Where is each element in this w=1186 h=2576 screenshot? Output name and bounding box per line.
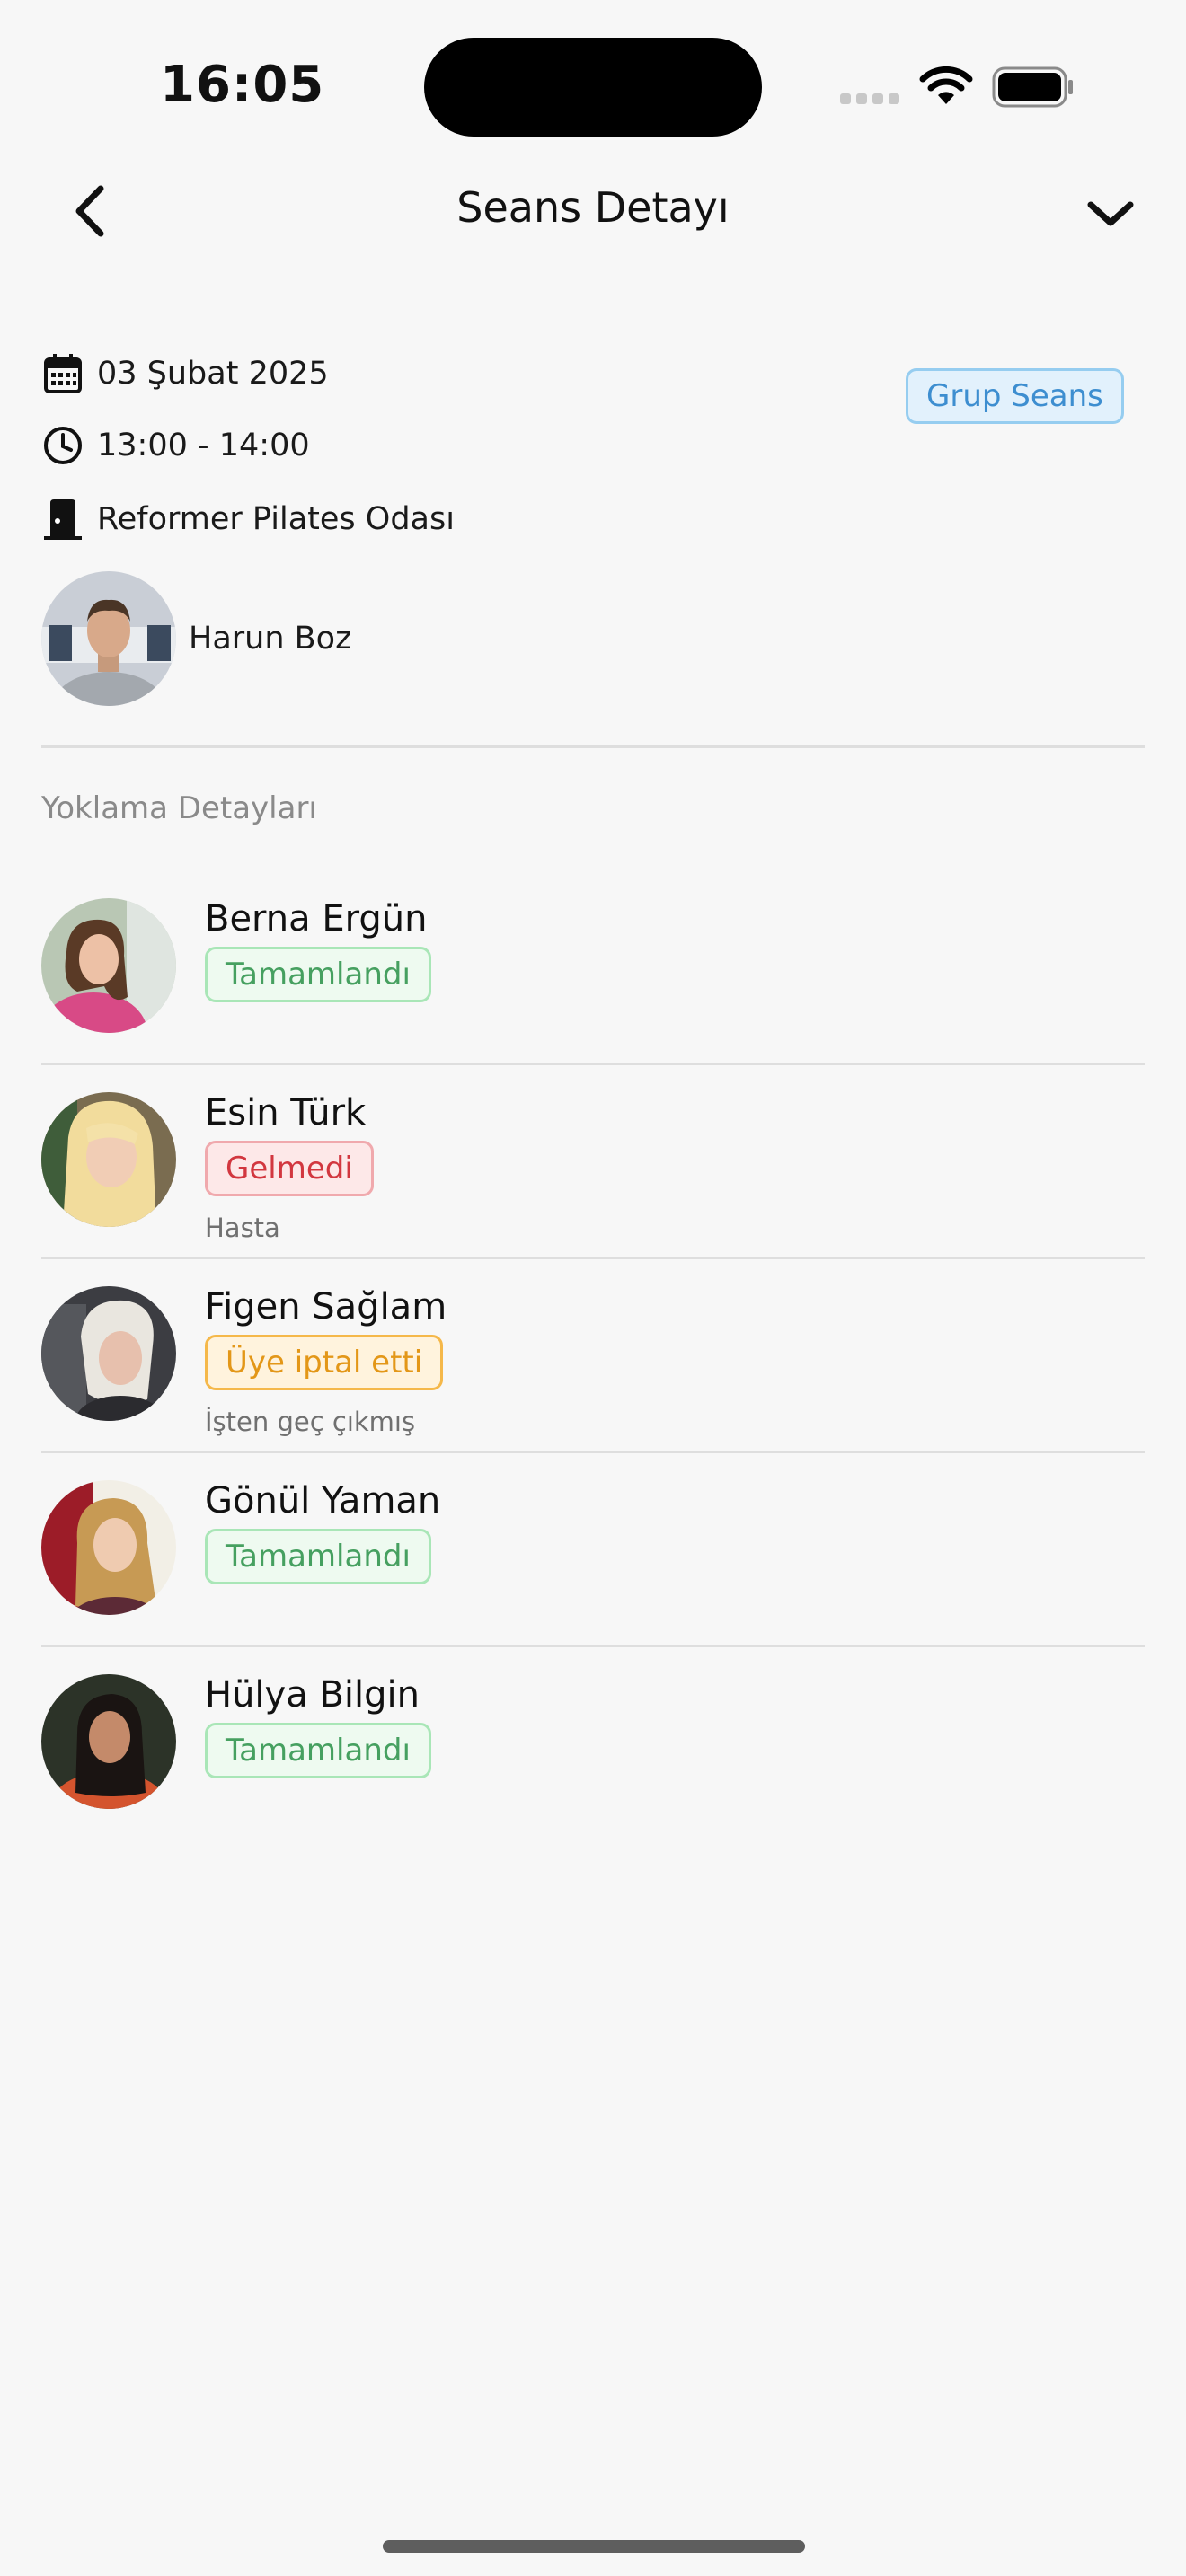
status-badge: Tamamlandı [205, 947, 431, 1002]
section-divider [41, 745, 1145, 748]
member-avatar [41, 1092, 176, 1227]
dynamic-island [424, 38, 762, 137]
member-name: Esin Türk [205, 1092, 367, 1134]
member-avatar [41, 898, 176, 1033]
session-time: 13:00 - 14:00 [97, 428, 310, 463]
wifi-icon [919, 66, 973, 104]
status-time: 16:05 [160, 56, 325, 114]
chevron-down-icon [1087, 201, 1134, 226]
signal-icon [840, 93, 899, 104]
session-type-badge: Grup Seans [906, 368, 1124, 424]
row-divider [41, 1451, 1145, 1453]
member-name: Figen Sağlam [205, 1286, 447, 1328]
session-date-row: 03 Şubat 2025 [41, 352, 329, 395]
trainer-row[interactable]: Harun Boz [41, 571, 351, 706]
more-menu-button[interactable] [1084, 187, 1137, 241]
row-divider [41, 1063, 1145, 1065]
attendance-section-label: Yoklama Detayları [41, 790, 317, 826]
nav-bar: Seans Detayı [0, 171, 1186, 251]
member-avatar [41, 1480, 176, 1615]
member-name: Gönül Yaman [205, 1480, 441, 1522]
attendance-item[interactable]: Hülya Bilgin Tamamlandı [41, 1674, 1145, 1868]
status-badge: Tamamlandı [205, 1723, 431, 1778]
page-title: Seans Detayı [456, 183, 730, 232]
absence-note: Hasta [205, 1213, 280, 1243]
clock-icon [41, 424, 84, 467]
member-name: Hülya Bilgin [205, 1674, 420, 1716]
calendar-icon [41, 352, 84, 395]
status-badge: Üye iptal etti [205, 1335, 444, 1390]
session-room: Reformer Pilates Odası [97, 501, 455, 537]
status-badge: Gelmedi [205, 1141, 374, 1196]
row-divider [41, 1645, 1145, 1647]
home-indicator[interactable] [383, 2540, 805, 2553]
cancellation-note: İşten geç çıkmış [205, 1407, 416, 1437]
status-bar: 16:05 [0, 0, 1186, 162]
session-room-row: Reformer Pilates Odası [41, 498, 455, 541]
door-icon [41, 498, 84, 541]
trainer-name: Harun Boz [189, 621, 352, 657]
row-divider [41, 1257, 1145, 1259]
session-date: 03 Şubat 2025 [97, 356, 329, 392]
member-avatar [41, 1286, 176, 1421]
member-name: Berna Ergün [205, 898, 428, 940]
trainer-avatar [41, 571, 176, 706]
battery-icon [992, 66, 1073, 108]
member-avatar [41, 1674, 176, 1809]
session-time-row: 13:00 - 14:00 [41, 424, 310, 467]
status-badge: Tamamlandı [205, 1529, 431, 1584]
